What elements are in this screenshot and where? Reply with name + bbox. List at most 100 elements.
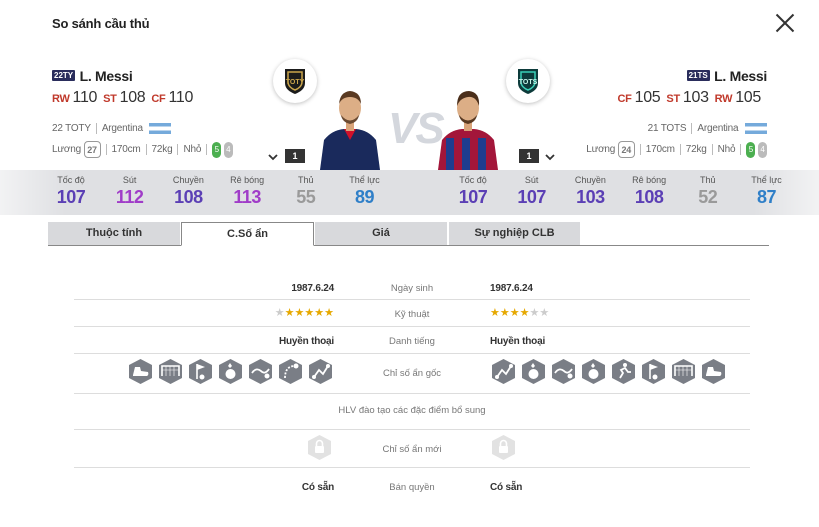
- left-lock-icon[interactable]: [306, 434, 333, 461]
- left-stat-label: Tốc độ: [57, 175, 85, 185]
- right-body: Nhỏ: [717, 144, 736, 156]
- right-card-count: 1: [519, 149, 539, 163]
- right-player-info: 21 TOTS Argentina: [648, 123, 767, 134]
- right-stat-label: Chuyền: [574, 175, 606, 185]
- left-fame: Huyền thoại: [278, 336, 334, 347]
- right-position-1: ST: [666, 93, 680, 105]
- star-icon: ★: [529, 307, 540, 319]
- vs-label: VS: [388, 104, 445, 153]
- tab-price[interactable]: Giá: [315, 222, 447, 245]
- right-season-name: 21 TOTS: [647, 123, 687, 135]
- left-foot-strong: 5: [212, 141, 222, 158]
- left-player-name: L. Messi: [79, 67, 133, 84]
- tab-attributes[interactable]: Thuộc tính: [48, 222, 180, 245]
- star-icon: ★: [324, 307, 334, 319]
- dribble-icon[interactable]: [247, 358, 274, 385]
- left-player-photo: [320, 91, 380, 170]
- goal-icon[interactable]: [157, 358, 184, 385]
- star-icon: ★: [539, 307, 550, 319]
- right-chevron-down-icon[interactable]: [544, 151, 556, 163]
- flag-icon[interactable]: [640, 358, 667, 385]
- left-position-1: ST: [103, 93, 117, 105]
- right-stat-label: Tốc độ: [459, 175, 487, 185]
- boot-icon[interactable]: [700, 358, 727, 385]
- right-stat-0: Tốc độ 107: [444, 175, 502, 208]
- ball-icon[interactable]: [580, 358, 607, 385]
- left-stat-value: 113: [233, 187, 261, 207]
- curve-icon[interactable]: [277, 358, 304, 385]
- left-player-details: Lương 27 170cm 72kg Nhỏ 5 4: [52, 141, 233, 158]
- left-position-0: RW: [52, 93, 70, 105]
- right-lock-icon[interactable]: [490, 434, 517, 461]
- left-stat-label: Rê bóng: [230, 175, 265, 185]
- left-club-badge: TOTY: [273, 59, 317, 103]
- trainer-row: HLV đào tạo các đặc điểm bổ sung: [74, 394, 750, 430]
- flag-icon[interactable]: [187, 358, 214, 385]
- pass-icon[interactable]: [307, 358, 334, 385]
- tab-club-career[interactable]: Sự nghiệp CLB: [449, 222, 580, 245]
- left-stat-label: Sút: [122, 175, 137, 185]
- ball-icon[interactable]: [520, 358, 547, 385]
- right-position-0: CF: [617, 93, 632, 105]
- right-stat-5: Thể lực 87: [738, 175, 796, 208]
- star-icon: ★: [499, 307, 510, 319]
- right-weight: 72kg: [685, 144, 707, 156]
- fame-row: Huyền thoại Danh tiếng Huyền thoại: [74, 327, 750, 354]
- left-stat-value: 107: [56, 187, 86, 207]
- right-stat-1: Sút 107: [503, 175, 561, 208]
- left-skill-stars: ★★★★★★: [275, 306, 334, 319]
- availability-row: Có sẵn Bán quyền Có sẵn: [74, 468, 750, 508]
- right-stat-2: Chuyền 103: [561, 175, 619, 208]
- left-position-rating-1: 108: [119, 89, 146, 106]
- dribble-icon[interactable]: [550, 358, 577, 385]
- new-traits-row: Chỉ số ẩn mới: [74, 430, 750, 468]
- left-stat-5: Thể lực 89: [336, 175, 394, 208]
- skill-row: ★★★★★★ Kỹ thuật ★★★★★★: [74, 300, 750, 327]
- left-positions: RW 110 ST 108 CF 110: [52, 89, 199, 107]
- left-club-badge-text: TOTY: [286, 79, 305, 86]
- left-position-rating-0: 110: [72, 89, 98, 106]
- right-stat-value: 87: [756, 187, 777, 207]
- right-foot-strong: 5: [746, 141, 756, 158]
- tab-hidden-stats[interactable]: C.Số ẩn: [181, 222, 314, 246]
- left-stat-4: Thủ 55: [277, 175, 335, 208]
- boot-icon[interactable]: [127, 358, 154, 385]
- birth-row: 1987.6.24 Ngày sinh 1987.6.24: [74, 278, 750, 300]
- left-card-count: 1: [285, 149, 305, 163]
- tots-badge-icon: TOTS: [518, 69, 538, 94]
- goal-icon[interactable]: [670, 358, 697, 385]
- right-salary-badge: 24: [617, 141, 635, 158]
- left-traits: [124, 358, 334, 385]
- right-height: 170cm: [645, 144, 675, 156]
- toty-badge-icon: TOTY: [285, 69, 305, 94]
- dialog-title: So sánh cầu thủ: [52, 16, 150, 31]
- left-nation: Argentina: [101, 123, 143, 135]
- right-stat-label: Rê bóng: [632, 175, 667, 185]
- left-chevron-down-icon[interactable]: [267, 151, 279, 163]
- close-icon[interactable]: [772, 10, 798, 36]
- left-stat-value: 89: [354, 187, 375, 207]
- right-stat-value: 107: [517, 187, 546, 207]
- star-icon: ★: [274, 307, 285, 319]
- left-season-badge: 22TY: [52, 70, 76, 82]
- pass-icon[interactable]: [490, 358, 517, 385]
- traits-row: Chỉ số ẩn gốc: [74, 354, 750, 394]
- left-stat-1: Sút 112: [101, 175, 159, 208]
- left-availability: Có sẵn: [301, 482, 334, 493]
- left-player-info: 22 TOTY Argentina: [52, 123, 172, 135]
- left-salary-label: Lương: [52, 144, 81, 156]
- right-traits: [487, 358, 727, 385]
- fame-label: Danh tiếng: [389, 336, 435, 347]
- right-stat-value: 108: [634, 187, 664, 207]
- right-club-badge-text: TOTS: [519, 79, 538, 86]
- star-icon: ★: [314, 307, 325, 319]
- run-icon[interactable]: [610, 358, 637, 385]
- availability-label: Bán quyền: [389, 482, 435, 493]
- left-weight: 72kg: [151, 144, 173, 156]
- star-icon: ★: [304, 307, 315, 319]
- right-stat-label: Sút: [524, 175, 539, 185]
- skill-label: Kỹ thuật: [394, 309, 430, 320]
- ball-icon[interactable]: [217, 358, 244, 385]
- star-icon: ★: [509, 307, 520, 319]
- left-stat-2: Chuyền 108: [159, 175, 217, 208]
